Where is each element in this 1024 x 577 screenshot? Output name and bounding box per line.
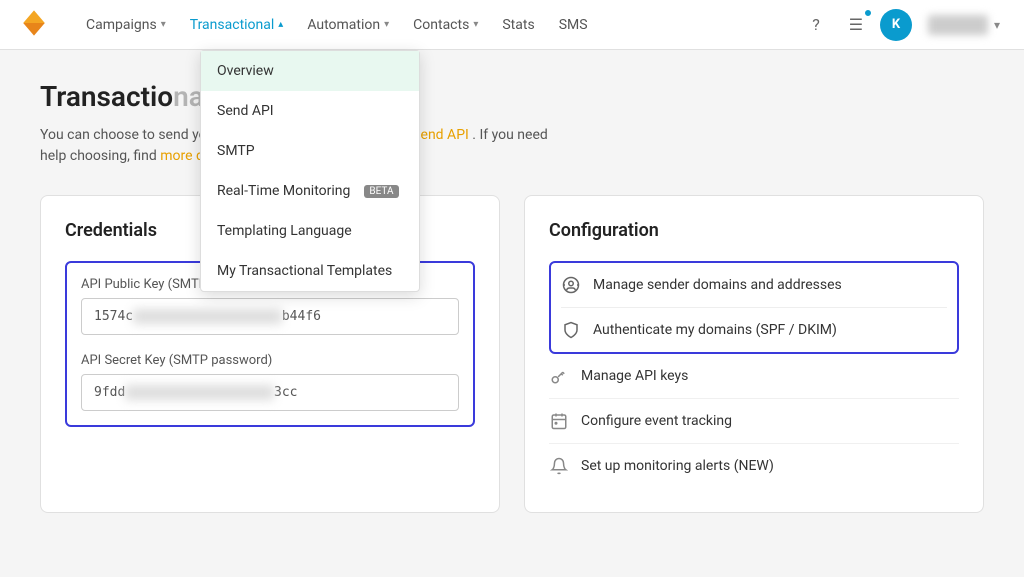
bell-icon	[549, 456, 569, 476]
chevron-up-icon: ▴	[278, 19, 283, 30]
nav-item-contacts[interactable]: Contacts ▾	[403, 11, 488, 39]
config-item-sender-domains[interactable]: Manage sender domains and addresses	[561, 263, 947, 308]
shield-icon	[561, 320, 581, 340]
navbar: Campaigns ▾ Transactional ▴ Automation ▾…	[0, 0, 1024, 50]
config-highlighted-group: Manage sender domains and addresses Auth…	[549, 261, 959, 354]
page-subtitle: You can choose to send yo...ugh our SMTP…	[40, 125, 984, 167]
config-item-authenticate-domains[interactable]: Authenticate my domains (SPF / DKIM)	[561, 308, 947, 352]
secret-key-value[interactable]: 9fdd 3cc	[81, 374, 459, 411]
secret-key-label: API Secret Key (SMTP password)	[81, 353, 459, 368]
chevron-down-icon: ▾	[161, 19, 166, 30]
nav-item-campaigns[interactable]: Campaigns ▾	[76, 11, 176, 39]
dropdown-item-overview[interactable]: Overview	[201, 51, 419, 91]
transactional-dropdown: Overview Send API SMTP Real-Time Monitor…	[200, 50, 420, 292]
key-icon	[549, 366, 569, 386]
nav-item-automation[interactable]: Automation ▾	[297, 11, 399, 39]
page-title: Transactional	[40, 80, 984, 113]
public-key-value[interactable]: 1574c b44f6	[81, 298, 459, 335]
chevron-down-icon: ▾	[384, 19, 389, 30]
config-item-event-tracking[interactable]: Configure event tracking	[549, 399, 959, 444]
main-content: Transactional You can choose to send yo.…	[0, 50, 1024, 543]
calendar-icon	[549, 411, 569, 431]
user-menu[interactable]: ▾	[920, 11, 1008, 39]
dropdown-item-realtime[interactable]: Real-Time Monitoring BETA	[201, 171, 419, 211]
nav-items: Campaigns ▾ Transactional ▴ Automation ▾…	[76, 11, 800, 39]
dropdown-item-send-api[interactable]: Send API	[201, 91, 419, 131]
dropdown-item-smtp[interactable]: SMTP	[201, 131, 419, 171]
config-item-api-keys[interactable]: Manage API keys	[549, 354, 959, 399]
notifications-button[interactable]: ☰	[840, 9, 872, 41]
notification-badge	[864, 9, 872, 17]
configuration-title: Configuration	[549, 220, 959, 241]
beta-badge: BETA	[364, 185, 398, 198]
user-name-blurred	[928, 15, 988, 35]
chevron-down-icon: ▾	[473, 19, 478, 30]
secret-key-blurred	[125, 385, 274, 400]
nav-right: ? ☰ K ▾	[800, 9, 1008, 41]
dropdown-item-templating[interactable]: Templating Language	[201, 211, 419, 251]
user-avatar[interactable]: K	[880, 9, 912, 41]
send-api-link[interactable]: Send API	[412, 127, 469, 143]
configuration-card: Configuration Manage sender domains and …	[524, 195, 984, 513]
sender-domains-icon	[561, 275, 581, 295]
nav-item-sms[interactable]: SMS	[549, 11, 598, 39]
secret-key-group: API Secret Key (SMTP password) 9fdd 3cc	[81, 353, 459, 411]
nav-item-transactional[interactable]: Transactional ▴	[180, 11, 294, 39]
help-button[interactable]: ?	[800, 9, 832, 41]
user-chevron-icon: ▾	[994, 18, 1000, 32]
config-item-monitoring-alerts[interactable]: Set up monitoring alerts (NEW)	[549, 444, 959, 488]
nav-item-stats[interactable]: Stats	[492, 11, 544, 39]
logo[interactable]	[16, 5, 52, 45]
dropdown-item-templates[interactable]: My Transactional Templates	[201, 251, 419, 291]
cards-row: Credentials API Public Key (SMTP usernam…	[40, 195, 984, 513]
public-key-blurred	[133, 309, 282, 324]
